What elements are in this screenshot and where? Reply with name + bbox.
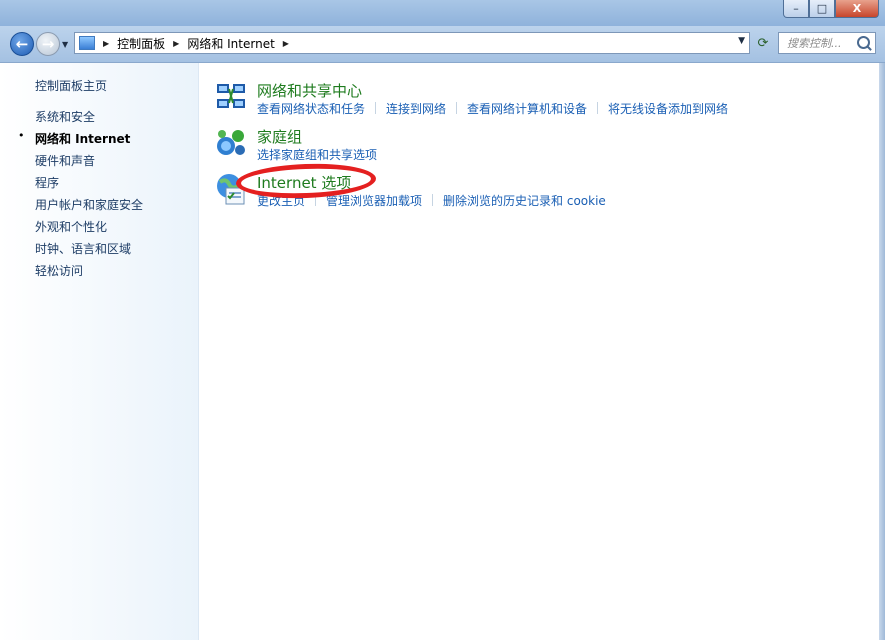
network-sharing-center-links: 查看网络状态和任务 连接到网络 查看网络计算机和设备 将无线设备添加到网络	[257, 100, 728, 117]
address-bar[interactable]: ▶ 控制面板 ▶ 网络和 Internet ▶ ▼	[74, 32, 750, 54]
breadcrumb-network-internet[interactable]: 网络和 Internet	[187, 35, 274, 52]
minimize-button[interactable]: –	[783, 0, 809, 18]
link-separator	[597, 102, 599, 114]
network-sharing-center-title[interactable]: 网络和共享中心	[257, 80, 362, 101]
back-button[interactable]: ←	[10, 32, 34, 56]
sidebar-item-network-internet: 网络和 Internet	[35, 132, 131, 146]
link-delete-browsing-history[interactable]: 删除浏览的历史记录和 cookie	[443, 192, 606, 209]
link-view-network-computers[interactable]: 查看网络计算机和设备	[467, 100, 587, 117]
sidebar-item-appearance[interactable]: 外观和个性化	[35, 218, 107, 235]
sidebar-item-user-accounts[interactable]: 用户帐户和家庭安全	[35, 196, 143, 213]
link-separator	[375, 102, 377, 114]
link-add-wireless-device[interactable]: 将无线设备添加到网络	[608, 100, 728, 117]
homegroup-icon[interactable]	[214, 126, 248, 160]
navigation-bar: ← → ▼ ▶ 控制面板 ▶ 网络和 Internet ▶ ▼ ⟳	[0, 26, 885, 63]
breadcrumb-chevron-icon[interactable]: ▶	[173, 39, 179, 48]
link-connect-to-network[interactable]: 连接到网络	[386, 100, 446, 117]
breadcrumb-chevron-icon[interactable]: ▶	[283, 39, 289, 48]
link-choose-homegroup-options[interactable]: 选择家庭组和共享选项	[257, 146, 377, 163]
network-sharing-center-icon[interactable]	[214, 80, 248, 114]
homegroup-title[interactable]: 家庭组	[257, 126, 302, 147]
sidebar-item-home[interactable]: 控制面板主页	[35, 77, 107, 94]
address-history-dropdown[interactable]: ▼	[738, 36, 745, 46]
refresh-icon: ⟳	[757, 35, 769, 51]
homegroup-links: 选择家庭组和共享选项	[257, 146, 377, 163]
window-right-border	[879, 63, 885, 640]
breadcrumb-control-panel[interactable]: 控制面板	[117, 35, 165, 52]
breadcrumb-chevron-icon[interactable]: ▶	[103, 39, 109, 48]
window-controls: – □ X	[783, 0, 879, 18]
sidebar-item-hardware-sound[interactable]: 硬件和声音	[35, 152, 95, 169]
left-navigation-pane: 控制面板主页 系统和安全 • 网络和 Internet 硬件和声音 程序 用户帐…	[0, 63, 199, 640]
title-bar: – □ X	[0, 0, 885, 26]
search-box[interactable]	[778, 32, 876, 54]
search-icon[interactable]	[857, 36, 870, 49]
refresh-button[interactable]: ⟳	[754, 34, 772, 52]
sidebar-item-ease-of-access[interactable]: 轻松访问	[35, 262, 83, 279]
control-panel-icon	[79, 36, 95, 50]
sidebar-item-system-security[interactable]: 系统和安全	[35, 108, 95, 125]
forward-button[interactable]: →	[36, 32, 60, 56]
link-separator	[456, 102, 458, 114]
search-input[interactable]	[787, 36, 849, 50]
forward-arrow-icon: →	[41, 35, 55, 53]
sidebar-item-clock-language[interactable]: 时钟、语言和区域	[35, 240, 131, 257]
link-view-network-status[interactable]: 查看网络状态和任务	[257, 100, 365, 117]
maximize-button[interactable]: □	[809, 0, 835, 18]
sidebar-item-programs[interactable]: 程序	[35, 174, 59, 191]
link-separator	[432, 194, 434, 206]
current-item-bullet: •	[18, 129, 25, 142]
back-arrow-icon: ←	[15, 35, 29, 53]
recent-pages-dropdown[interactable]: ▼	[62, 40, 68, 49]
close-button[interactable]: X	[835, 0, 879, 18]
